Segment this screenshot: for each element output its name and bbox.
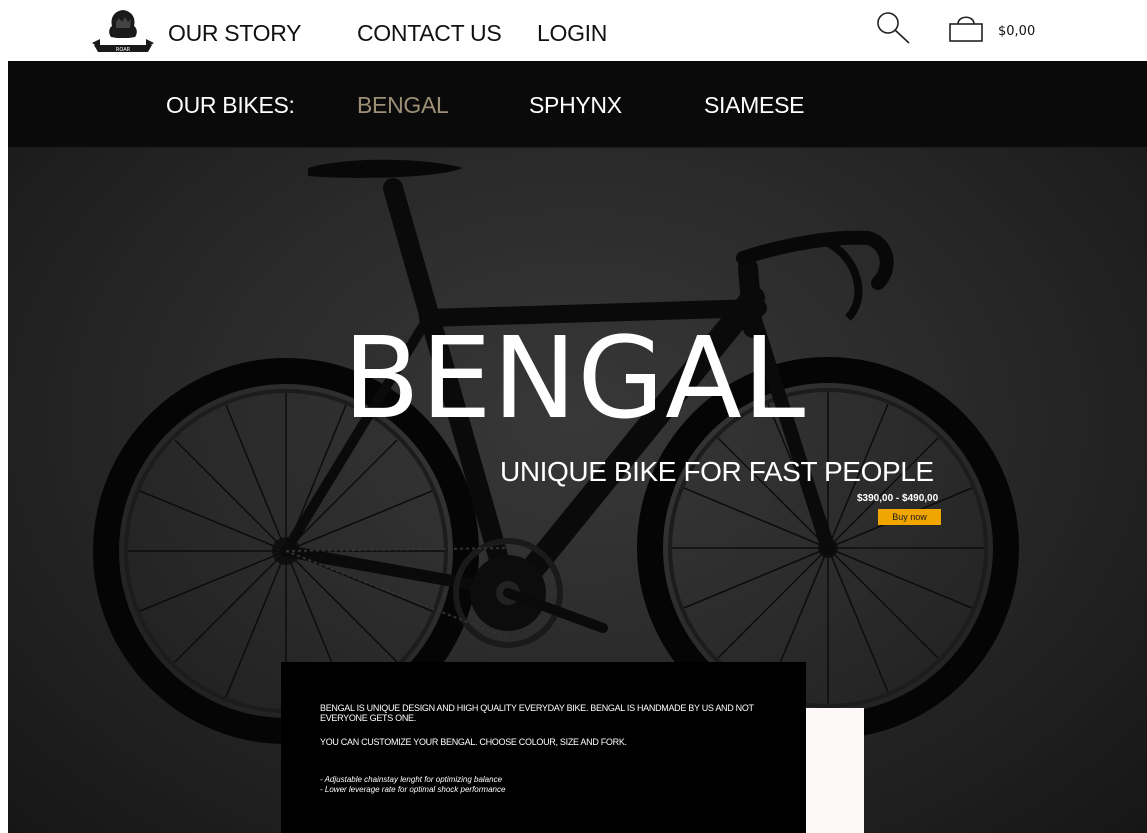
hero-title: BENGAL xyxy=(343,314,807,444)
buy-now-button[interactable]: Buy now xyxy=(878,509,941,525)
side-card xyxy=(806,708,864,833)
our-bikes-label: OUR BIKES: xyxy=(166,92,295,118)
nav-our-story-link[interactable]: OUR STORY xyxy=(168,20,302,47)
description-panel: BENGAL IS UNIQUE DESIGN AND HIGH QUALITY… xyxy=(281,662,806,833)
description-paragraph: BENGAL IS UNIQUE DESIGN AND HIGH QUALITY… xyxy=(320,703,754,723)
product-frame: OUR BIKES: BENGAL SPHYNX SIAMESE BENGAL … xyxy=(8,61,1147,833)
tab-siamese[interactable]: SIAMESE xyxy=(704,92,804,119)
tab-bengal[interactable]: BENGAL xyxy=(357,92,449,119)
price-range: $390,00 - $490,00 xyxy=(857,493,939,504)
feature-item: - Adjustable chainstay lenght for optimi… xyxy=(320,775,503,784)
hero-tagline: UNIQUE BIKE FOR FAST PEOPLE xyxy=(500,456,934,487)
tab-sphynx[interactable]: SPHYNX xyxy=(529,92,622,119)
feature-item: - Lower leverage rate for optimal shock … xyxy=(320,785,506,794)
shopping-bag-icon[interactable] xyxy=(948,9,984,43)
cart-total: $0,00 xyxy=(998,24,1036,39)
nav-contact-us-link[interactable]: CONTACT US xyxy=(357,20,502,47)
nav-login-link[interactable]: LOGIN xyxy=(537,20,607,47)
svg-text:ROAR: ROAR xyxy=(116,47,131,53)
hero-banner: BENGAL UNIQUE BIKE FOR FAST PEOPLE $390,… xyxy=(8,148,1147,833)
top-header: ROAR OUR STORY CONTACT US LOGIN $0,00 xyxy=(0,0,1147,61)
customize-paragraph: YOU CAN CUSTOMIZE YOUR BENGAL. CHOOSE CO… xyxy=(320,737,627,747)
lion-logo-icon[interactable]: ROAR xyxy=(92,8,154,54)
bikes-nav: OUR BIKES: BENGAL SPHYNX SIAMESE xyxy=(8,61,1147,148)
search-icon[interactable] xyxy=(874,10,912,46)
